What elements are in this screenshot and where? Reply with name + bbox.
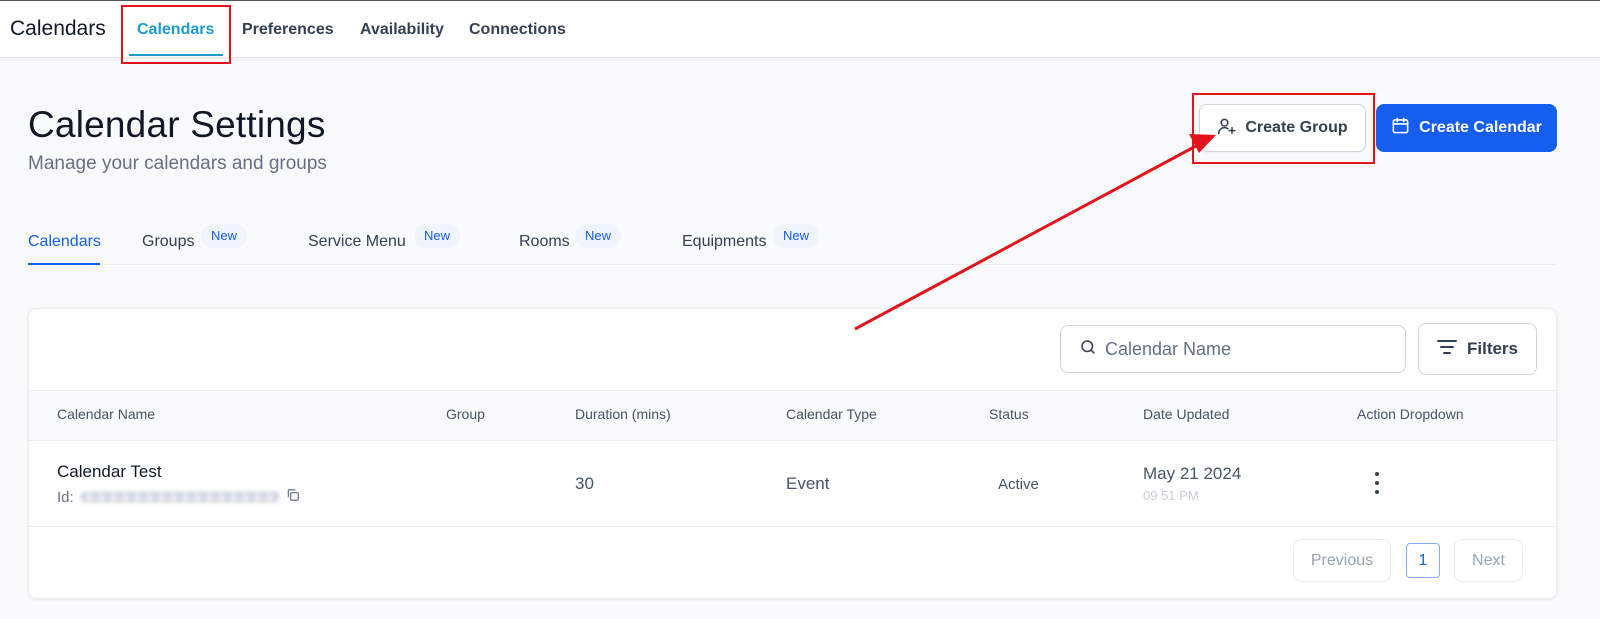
next-page-button[interactable]: Next bbox=[1454, 539, 1523, 582]
row-divider bbox=[29, 526, 1556, 527]
subtab-groups[interactable]: Groups bbox=[142, 233, 194, 251]
column-header-calendar-type: Calendar Type bbox=[786, 406, 877, 422]
subtab-service-menu[interactable]: Service Menu bbox=[308, 233, 406, 251]
create-calendar-label: Create Calendar bbox=[1419, 119, 1542, 136]
previous-page-button[interactable]: Previous bbox=[1293, 539, 1391, 582]
subtab-calendars[interactable]: Calendars bbox=[28, 233, 101, 251]
top-tab-active-indicator bbox=[129, 54, 223, 56]
filters-label: Filters bbox=[1466, 339, 1519, 358]
column-header-duration: Duration (mins) bbox=[575, 406, 671, 422]
page-number-button[interactable]: 1 bbox=[1406, 543, 1440, 578]
kebab-menu-icon[interactable] bbox=[1370, 472, 1384, 494]
page-title: Calendar Settings bbox=[28, 104, 326, 145]
app-title: Calendars bbox=[10, 17, 106, 40]
calendar-name-cell[interactable]: Calendar Test bbox=[57, 462, 162, 482]
subtab-active-indicator bbox=[28, 263, 100, 265]
calendar-icon bbox=[1391, 116, 1410, 140]
blurred-id-value bbox=[79, 491, 280, 503]
new-badge: New bbox=[201, 224, 248, 248]
create-calendar-button[interactable]: Create Calendar bbox=[1376, 104, 1557, 152]
calendar-id-label: Id: bbox=[57, 488, 74, 506]
status-cell: Active bbox=[998, 476, 1039, 493]
column-header-group: Group bbox=[446, 406, 485, 422]
top-tab-preferences[interactable]: Preferences bbox=[242, 21, 334, 39]
create-group-label: Create Group bbox=[1245, 119, 1348, 136]
top-tab-availability[interactable]: Availability bbox=[360, 21, 444, 39]
create-group-button[interactable]: Create Group bbox=[1199, 104, 1366, 152]
copy-icon[interactable] bbox=[286, 488, 300, 506]
column-header-calendar-name: Calendar Name bbox=[57, 406, 156, 422]
new-badge: New bbox=[575, 224, 622, 248]
new-badge: New bbox=[414, 224, 461, 248]
column-header-date-updated: Date Updated bbox=[1143, 406, 1230, 422]
search-icon bbox=[1079, 338, 1097, 361]
top-tab-calendars[interactable]: Calendars bbox=[137, 21, 214, 39]
search-box[interactable] bbox=[1060, 325, 1406, 373]
date-updated-cell: May 21 2024 bbox=[1143, 464, 1242, 483]
subtab-equipments[interactable]: Equipments bbox=[682, 233, 767, 251]
top-tab-connections[interactable]: Connections bbox=[469, 21, 566, 39]
subtab-rooms[interactable]: Rooms bbox=[519, 233, 570, 251]
subtabs-divider bbox=[28, 264, 1556, 265]
column-header-action-dropdown: Action Dropdown bbox=[1357, 406, 1464, 422]
calendar-type-cell: Event bbox=[786, 474, 830, 493]
calendar-id: Id: bbox=[57, 488, 300, 506]
column-header-status: Status bbox=[989, 406, 1029, 422]
time-updated-cell: 09 51 PM bbox=[1143, 488, 1199, 503]
filter-lines-icon bbox=[1436, 338, 1457, 361]
new-badge: New bbox=[773, 224, 820, 248]
user-plus-icon bbox=[1217, 116, 1237, 141]
duration-cell: 30 bbox=[575, 474, 594, 493]
page-subtitle: Manage your calendars and groups bbox=[28, 153, 327, 174]
search-input[interactable] bbox=[1105, 338, 1385, 360]
top-navigation-bar: Calendars Calendars Preferences Availabi… bbox=[0, 0, 1600, 58]
filters-button[interactable]: Filters bbox=[1418, 323, 1537, 375]
